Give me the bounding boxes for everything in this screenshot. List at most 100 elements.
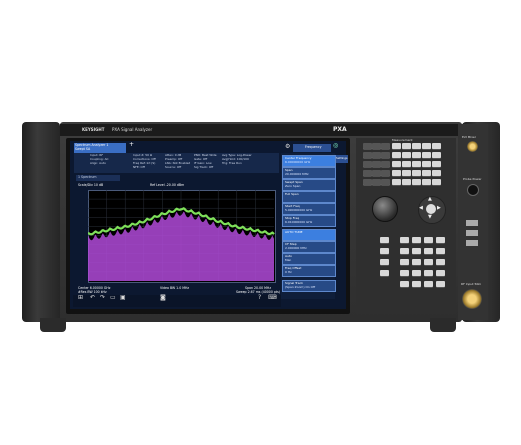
hard-key[interactable] (363, 152, 372, 158)
hard-key[interactable] (381, 152, 390, 158)
hard-key[interactable] (372, 152, 381, 158)
numeric-key[interactable] (400, 281, 409, 287)
softkey-9[interactable]: Freq Offset 0 Hz (282, 265, 336, 277)
numeric-key[interactable] (424, 259, 433, 265)
hard-key[interactable] (422, 152, 431, 158)
numeric-key[interactable] (436, 248, 445, 254)
hard-key[interactable] (412, 143, 421, 149)
usb-port-1[interactable] (466, 220, 478, 226)
ext-mixer-connector[interactable] (467, 141, 478, 152)
softkey-6[interactable]: AUTO TUNE (282, 229, 336, 241)
arrow-right-icon[interactable]: ▶ (437, 206, 441, 211)
arrow-down-icon[interactable]: ▼ (428, 215, 432, 220)
numeric-key[interactable] (436, 259, 445, 265)
probe-power-connector[interactable] (467, 184, 479, 196)
numeric-key[interactable] (412, 248, 421, 254)
camera-icon[interactable]: ◙ (160, 295, 166, 301)
hard-key[interactable] (381, 143, 390, 149)
hard-key[interactable] (412, 152, 421, 158)
function-key[interactable] (380, 248, 389, 254)
hard-key[interactable] (412, 161, 421, 167)
hard-key[interactable] (392, 152, 401, 158)
hard-key[interactable] (392, 161, 401, 167)
arrow-up-icon[interactable]: ▲ (428, 197, 432, 202)
numeric-key[interactable] (412, 270, 421, 276)
hard-key[interactable] (402, 170, 411, 176)
hard-key[interactable] (392, 170, 401, 176)
windows-icon[interactable]: ⊞ (78, 295, 83, 301)
softkey-value: 6.00000000 GHz (285, 160, 311, 164)
usb-port-2[interactable] (466, 230, 478, 236)
numeric-key[interactable] (436, 237, 445, 243)
numeric-key[interactable] (436, 281, 445, 287)
rf-input-connector[interactable] (462, 289, 482, 309)
function-key[interactable] (380, 237, 389, 243)
hard-key[interactable] (392, 179, 401, 185)
file-icon[interactable]: ▭ (110, 295, 116, 301)
hard-key[interactable] (432, 170, 441, 176)
rotary-knob[interactable] (372, 196, 398, 222)
hard-key[interactable] (372, 170, 381, 176)
softkey-10[interactable]: Signal Track (Span Zoom) On Off (282, 280, 336, 292)
numeric-key[interactable] (436, 270, 445, 276)
hard-key[interactable] (422, 179, 431, 185)
hard-key[interactable] (372, 179, 381, 185)
numeric-key[interactable] (412, 237, 421, 243)
hard-key[interactable] (422, 170, 431, 176)
probe-power-label: Probe Power (463, 177, 482, 181)
numeric-key[interactable] (400, 237, 409, 243)
function-key[interactable] (380, 259, 389, 265)
numeric-key[interactable] (400, 270, 409, 276)
numeric-key[interactable] (412, 259, 421, 265)
hard-key[interactable] (363, 161, 372, 167)
softkey-7[interactable]: CF Step 2.000000 MHz (282, 241, 336, 253)
numeric-key[interactable] (400, 248, 409, 254)
softkey-3[interactable]: Full Span (282, 191, 336, 203)
arrow-left-icon[interactable]: ◀ (419, 206, 423, 211)
numeric-key[interactable] (412, 281, 421, 287)
hard-key[interactable] (422, 143, 431, 149)
softkey-2[interactable]: Swept Span Zero Span (282, 179, 336, 191)
hard-key[interactable] (381, 179, 390, 185)
numeric-key[interactable] (424, 270, 433, 276)
hard-key[interactable] (422, 161, 431, 167)
help-icon[interactable]: ? (258, 295, 261, 301)
usb-port-3[interactable] (466, 240, 478, 246)
hard-key[interactable] (372, 161, 381, 167)
softkey-5[interactable]: Stop Freq 6.010000000 GHz (282, 215, 336, 227)
hard-key[interactable] (381, 170, 390, 176)
undo-icon[interactable]: ↶ (90, 295, 95, 301)
add-tab-icon[interactable]: + (129, 142, 134, 148)
hard-key[interactable] (363, 170, 372, 176)
numeric-key[interactable] (424, 281, 433, 287)
hard-key[interactable] (432, 161, 441, 167)
hard-key[interactable] (432, 143, 441, 149)
hard-key[interactable] (412, 170, 421, 176)
save-icon[interactable]: ▣ (120, 295, 126, 301)
numeric-key[interactable] (424, 248, 433, 254)
hard-key[interactable] (432, 179, 441, 185)
function-key[interactable] (380, 270, 389, 276)
numeric-key[interactable] (424, 237, 433, 243)
softkey-1[interactable]: Span 20.000000 MHz (282, 167, 336, 179)
hard-key[interactable] (402, 179, 411, 185)
keyboard-icon[interactable]: ⌨ (268, 295, 277, 301)
hard-key[interactable] (363, 179, 372, 185)
softkey-0[interactable]: Center Frequency 6.00000000 GHz (282, 155, 336, 167)
settings-gear-icon[interactable]: ⚙ (285, 144, 290, 150)
hard-key[interactable] (402, 161, 411, 167)
hard-key[interactable] (372, 143, 381, 149)
hard-key[interactable] (363, 143, 372, 149)
hard-key[interactable] (412, 179, 421, 185)
redo-icon[interactable]: ↷ (100, 295, 105, 301)
left-handle (22, 122, 60, 322)
hard-key[interactable] (381, 161, 390, 167)
enter-button[interactable] (426, 204, 436, 214)
hard-key[interactable] (432, 152, 441, 158)
hard-key[interactable] (402, 143, 411, 149)
softkey-4[interactable]: Start Freq 5.990000000 GHz (282, 203, 336, 215)
softkey-8[interactable]: Auto Man (282, 253, 336, 265)
hard-key[interactable] (392, 143, 401, 149)
numeric-key[interactable] (400, 259, 409, 265)
hard-key[interactable] (402, 152, 411, 158)
